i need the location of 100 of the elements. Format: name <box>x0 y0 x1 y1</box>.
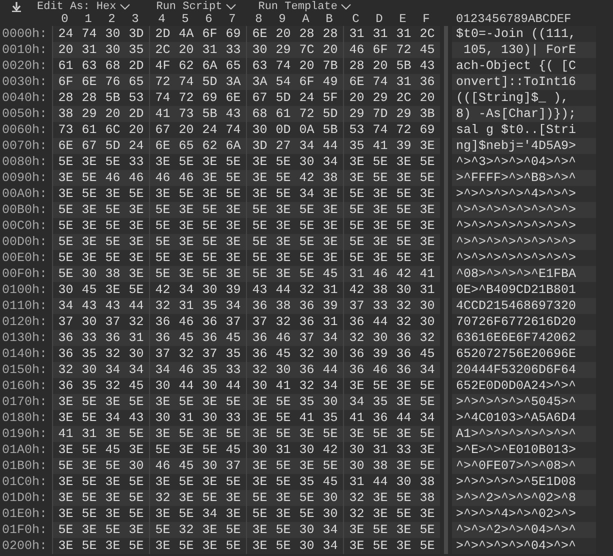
hex-byte: 36 <box>395 362 412 378</box>
hex-byte: 3E <box>128 234 145 250</box>
hex-byte: 5E <box>251 218 268 234</box>
hex-byte: 5E <box>298 250 316 266</box>
hex-byte: 34 <box>418 410 436 426</box>
hex-byte: 31 <box>128 330 145 346</box>
ascii-text: A1>^>^>^>^>^>^>^ <box>456 427 576 441</box>
hex-byte: 31 <box>348 26 366 42</box>
ascii-text: (([String]$_ ), <box>456 91 570 105</box>
hex-byte: 5E <box>251 506 268 522</box>
hex-byte: 6E <box>251 26 268 42</box>
hex-byte: 32 <box>298 282 316 298</box>
ascii-text: $t0=-Join ((111, <box>456 27 576 41</box>
hex-byte: 5E <box>154 202 172 218</box>
hex-byte: 5E <box>298 490 316 506</box>
ascii-text: >^>^>^>^>^5045>^ <box>456 395 576 409</box>
hex-byte: 3E <box>201 186 218 202</box>
hex-byte: 5E <box>57 522 74 538</box>
hex-byte: 5B <box>322 122 339 138</box>
hex-byte: 5E <box>274 394 292 410</box>
hex-byte: 3E <box>372 218 389 234</box>
hex-byte: 6F <box>201 26 218 42</box>
ascii-text: >^>^>^>^>^4>^>^> <box>456 187 576 201</box>
hex-byte: 5E <box>395 218 412 234</box>
hex-byte: 5E <box>128 282 145 298</box>
download-icon[interactable] <box>12 2 21 12</box>
hex-byte: 5E <box>348 202 366 218</box>
hex-byte: 36 <box>251 330 268 346</box>
hex-byte: 36 <box>57 378 74 394</box>
hex-byte: 33 <box>372 298 389 314</box>
hex-byte: 5E <box>348 250 366 266</box>
hex-byte: 3E <box>395 378 412 394</box>
hex-byte: 3E <box>372 234 389 250</box>
hex-byte: 5E <box>128 394 145 410</box>
hex-byte: 3E <box>348 426 366 442</box>
hex-byte: 5E <box>201 266 218 282</box>
hex-byte: 3E <box>274 490 292 506</box>
hex-byte: 65 <box>224 58 242 74</box>
hex-byte: 3E <box>178 442 195 458</box>
hex-byte: 3E <box>322 202 339 218</box>
hex-byte: 36 <box>251 346 268 362</box>
hex-byte: 20 <box>322 42 339 58</box>
hex-byte: 30 <box>201 458 218 474</box>
hex-byte: 5E <box>322 458 339 474</box>
hex-byte: 5E <box>274 474 292 490</box>
hex-byte: 5E <box>154 266 172 282</box>
menu-dropdown[interactable]: Edit As: Hex <box>37 0 130 12</box>
hex-byte: 5E <box>322 426 339 442</box>
hex-byte: 74 <box>178 74 195 90</box>
column-header: F <box>422 13 431 26</box>
hex-byte: 36 <box>154 330 172 346</box>
hex-byte: 34 <box>322 538 339 554</box>
hex-byte: 3E <box>274 218 292 234</box>
hex-byte: 34 <box>322 522 339 538</box>
column-header: E <box>398 13 408 26</box>
hex-byte: 42 <box>154 282 172 298</box>
hex-byte: 3E <box>104 506 122 522</box>
menu-dropdown[interactable]: Run Script <box>156 0 236 12</box>
hex-byte: 5E <box>178 426 195 442</box>
hex-byte: 42 <box>348 282 366 298</box>
hex-byte: 6E <box>57 138 74 154</box>
hex-byte: 39 <box>322 298 339 314</box>
hex-byte: 5E <box>128 490 145 506</box>
hex-byte: 38 <box>57 106 74 122</box>
hex-byte: 5E <box>298 202 316 218</box>
hex-byte: 5E <box>104 202 122 218</box>
hex-byte: 28 <box>298 26 316 42</box>
hex-byte: 29 <box>372 90 389 106</box>
hex-byte: 68 <box>251 106 268 122</box>
hex-byte: 20 <box>104 106 122 122</box>
hex-byte: 29 <box>80 106 98 122</box>
hex-byte: 34 <box>104 410 122 426</box>
hex-byte: 3E <box>128 266 145 282</box>
hex-byte: 3E <box>57 538 74 554</box>
hex-byte: 5E <box>104 218 122 234</box>
hex-byte: 5E <box>251 202 268 218</box>
column-header: 8 <box>254 13 264 26</box>
hex-byte: 3A <box>224 74 242 90</box>
hex-byte: 5E <box>418 522 436 538</box>
hex-byte: 5E <box>251 266 268 282</box>
hex-byte: 5E <box>418 170 436 186</box>
hex-byte: 33 <box>224 42 242 58</box>
hex-byte: 46 <box>274 330 292 346</box>
hex-byte: 3E <box>128 442 145 458</box>
hex-byte: 29 <box>348 106 366 122</box>
hex-byte: 5E <box>201 202 218 218</box>
hex-byte: 5E <box>57 234 74 250</box>
hex-byte: 31 <box>80 42 98 58</box>
hex-byte: 3E <box>201 394 218 410</box>
hex-byte: 2D <box>154 26 172 42</box>
hex-byte: 5E <box>372 170 389 186</box>
hex-byte: 2C <box>418 26 436 42</box>
hex-byte: 34 <box>224 298 242 314</box>
hex-byte: 46 <box>372 266 389 282</box>
menu-dropdown[interactable]: Run Template <box>258 0 352 12</box>
column-header: A <box>301 13 310 26</box>
hex-byte: 20 <box>274 26 292 42</box>
hex-byte: 54 <box>274 74 292 90</box>
hex-byte: 5E <box>418 458 436 474</box>
hex-byte: 69 <box>418 122 436 138</box>
